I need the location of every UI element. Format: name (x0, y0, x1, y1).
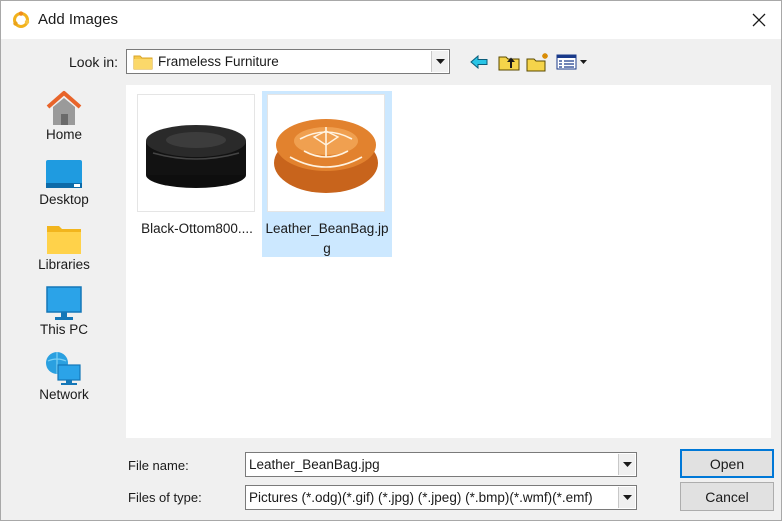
place-desktop[interactable]: Desktop (31, 154, 97, 218)
place-label-desktop: Desktop (39, 192, 89, 207)
file-name-dropdown-arrow[interactable] (618, 454, 635, 475)
desktop-icon (46, 160, 82, 188)
folder-icon (133, 55, 153, 70)
view-menu-button[interactable] (555, 51, 589, 73)
file-name-label: File name: (128, 458, 189, 473)
file-type-select[interactable]: Pictures (*.odg)(*.gif) (*.jpg) (*.jpeg)… (245, 485, 637, 510)
place-network[interactable]: Network (31, 349, 97, 413)
home-icon (46, 91, 82, 125)
file-item-selected[interactable]: Leather_BeanBag.jpg (262, 91, 392, 257)
chevron-down-icon (435, 58, 445, 64)
place-label-this-pc: This PC (39, 322, 88, 337)
file-name-label: Leather_BeanBag.jpg (265, 221, 389, 256)
up-folder-icon (498, 56, 520, 71)
place-libraries[interactable]: Libraries (31, 219, 97, 283)
open-button[interactable]: Open (680, 449, 774, 478)
place-label-libraries: Libraries (38, 257, 90, 272)
look-in-value: Frameless Furniture (158, 54, 279, 69)
files-of-type-label: Files of type: (128, 490, 202, 505)
file-name-value: Leather_BeanBag.jpg (249, 457, 380, 472)
window-title: Add Images (38, 11, 119, 28)
add-images-dialog: Add Images Look in: Frameless Furniture (0, 0, 782, 521)
new-folder-button[interactable] (526, 51, 550, 73)
look-in-label: Look in: (69, 54, 119, 70)
bean-bag-image-icon (274, 119, 378, 193)
app-logo-icon (13, 11, 30, 28)
chevron-down-icon (622, 461, 632, 467)
place-label-home: Home (45, 127, 82, 142)
close-icon (752, 13, 766, 27)
look-in-dropdown-arrow[interactable] (431, 51, 448, 72)
file-name-input[interactable]: Leather_BeanBag.jpg (245, 452, 637, 477)
place-this-pc[interactable]: This PC (31, 284, 97, 348)
file-thumbnail (268, 95, 384, 211)
chevron-down-icon (622, 494, 632, 500)
look-in-dropdown[interactable]: Frameless Furniture (126, 49, 450, 74)
file-name-label: Black-Ottom800.... (141, 221, 253, 236)
file-list[interactable]: Black-Ottom800.... Leather_BeanBag.jpg (126, 85, 771, 438)
places-bar: Home Desktop Libraries This PC Network (31, 85, 97, 415)
title-bar: Add Images (1, 1, 781, 39)
back-button[interactable] (467, 51, 491, 73)
up-folder-button[interactable] (497, 51, 521, 73)
back-arrow-icon (470, 55, 488, 69)
new-folder-icon (526, 53, 548, 72)
file-item[interactable]: Black-Ottom800.... (132, 91, 262, 257)
file-type-value: Pictures (*.odg)(*.gif) (*.jpg) (*.jpeg)… (249, 490, 593, 505)
cancel-button[interactable]: Cancel (680, 482, 774, 511)
place-home[interactable]: Home (31, 89, 97, 153)
ottoman-image-icon (146, 125, 246, 188)
place-label-network: Network (39, 387, 89, 402)
this-pc-icon (46, 286, 82, 320)
file-type-dropdown-arrow[interactable] (618, 487, 635, 508)
close-button[interactable] (737, 1, 781, 39)
network-icon (46, 352, 81, 385)
view-menu-icon (556, 54, 587, 70)
file-thumbnail (138, 95, 254, 211)
libraries-icon (47, 226, 81, 254)
